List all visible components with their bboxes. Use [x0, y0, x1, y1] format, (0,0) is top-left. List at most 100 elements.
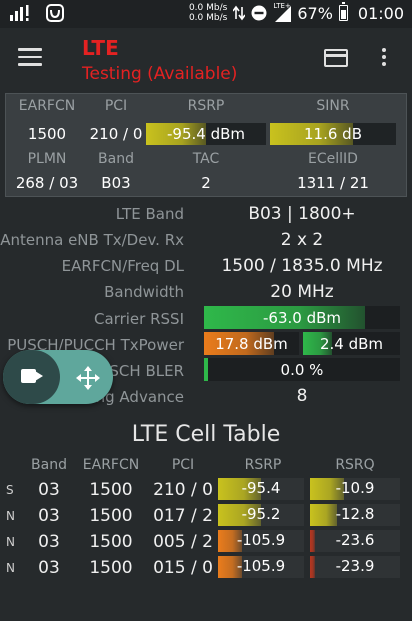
cell-earfcn: 1500	[89, 558, 133, 578]
rsrp-cell-bar: -105.9	[218, 530, 304, 552]
rsrp-value: -95.4 dBm	[166, 125, 245, 143]
bler-bar: 0.0 %	[204, 358, 400, 381]
bler-value: 0.0 %	[280, 361, 324, 379]
antenna-value: 2 x 2	[280, 230, 324, 250]
rsrq-cell-bar: -12.8	[310, 504, 400, 526]
timing-advance-value: 8	[296, 386, 308, 406]
carrier-rssi-bar: -63.0 dBm	[204, 306, 400, 329]
cell-earfcn: 1500	[89, 480, 133, 500]
pucch-value: 2.4 dBm	[319, 335, 384, 353]
earfcn-freq-label: EARFCN/Freq DL	[61, 257, 184, 275]
bandwidth-label: Bandwidth	[104, 283, 184, 301]
rsrp-cell-value: -95.2	[241, 505, 281, 523]
ecellid-header: ECellID	[308, 151, 358, 167]
col-pci-header: PCI	[171, 457, 195, 473]
menu-icon[interactable]	[18, 48, 42, 68]
cell-pci: 005 / 2	[153, 532, 213, 552]
tac-value: 2	[201, 174, 211, 192]
status-left	[10, 4, 64, 22]
sinr-value: 11.6 dB	[304, 125, 362, 143]
lte-signal-icon	[275, 6, 292, 22]
rsrp-cell-bar: -105.9	[218, 556, 304, 578]
ecellid-value: 1311 / 21	[297, 174, 369, 192]
net-speed: 0.0 Mb/s 0.0 Mb/s	[189, 3, 227, 23]
pci-header: PCI	[104, 98, 128, 114]
floating-controls	[3, 350, 113, 404]
cell-pci: 017 / 2	[153, 506, 213, 526]
cell-pci: 210 / 0	[153, 480, 213, 500]
cell-band: 03	[38, 532, 60, 552]
earfcn-value: 1500	[27, 125, 67, 143]
cell-type: N	[6, 535, 15, 549]
rsrq-cell-value: -12.8	[335, 505, 375, 523]
pci-value: 210 / 0	[89, 125, 143, 143]
cell-band: 03	[38, 506, 60, 526]
cell-band: 03	[38, 480, 60, 500]
notification-app-icon	[46, 4, 64, 22]
col-rsrq-header: RSRQ	[335, 457, 375, 473]
sim-card-icon[interactable]	[324, 49, 348, 67]
plmn-value: 268 / 03	[15, 174, 79, 192]
rsrq-cell-bar: -23.6	[310, 530, 400, 552]
earfcn-header: EARFCN	[18, 98, 76, 114]
pusch-value: 17.8 dBm	[215, 335, 288, 353]
cell-earfcn: 1500	[89, 532, 133, 552]
app-subtitle: Testing (Available)	[82, 64, 238, 84]
cell-band: 03	[38, 558, 60, 578]
antenna-label: Antenna eNB Tx/Dev. Rx	[0, 231, 184, 249]
band-value: B03	[101, 174, 131, 192]
plmn-header: PLMN	[27, 151, 67, 167]
cell-pci: 015 / 0	[153, 558, 213, 578]
video-camera-icon	[21, 369, 36, 383]
cell-type: S	[6, 483, 14, 497]
rsrq-cell-value: -23.6	[335, 531, 375, 549]
status-bar: 0.0 Mb/s 0.0 Mb/s LTE+ 67% 01:00	[0, 0, 412, 28]
lte-band-value: B03 | 1800+	[248, 204, 356, 224]
sinr-header: SINR	[316, 98, 350, 114]
net-speed-down: 0.0 Mb/s	[188, 13, 228, 23]
cell-earfcn: 1500	[89, 506, 133, 526]
screenshot-button[interactable]	[3, 350, 60, 404]
cell-type: N	[6, 561, 15, 575]
band-header: Band	[98, 151, 134, 167]
rsrp-cell-value: -105.9	[236, 557, 286, 575]
carrier-rssi-label: Carrier RSSI	[94, 310, 184, 328]
earfcn-freq-value: 1500 / 1835.0 MHz	[221, 256, 383, 276]
col-rsrp-header: RSRP	[244, 457, 282, 473]
rsrp-bar: -95.4 dBm	[146, 123, 266, 145]
col-band-header: Band	[31, 457, 67, 473]
tac-header: TAC	[192, 151, 220, 167]
col-earfcn-header: EARFCN	[82, 457, 140, 473]
rsrp-header: RSRP	[187, 98, 225, 114]
status-right: 0.0 Mb/s 0.0 Mb/s LTE+ 67% 01:00	[189, 2, 404, 23]
battery-percent: 67%	[297, 3, 333, 23]
rsrp-cell-value: -95.4	[241, 479, 281, 497]
sinr-bar: 11.6 dB	[270, 123, 396, 145]
app-bar: LTE Testing (Available)	[0, 28, 412, 90]
more-options-icon[interactable]	[380, 48, 388, 70]
move-arrows-icon[interactable]	[75, 365, 101, 391]
cell-table-title: LTE Cell Table	[131, 422, 281, 447]
rsrq-cell-value: -23.9	[335, 557, 375, 575]
net-speed-up: 0.0 Mb/s	[188, 3, 228, 13]
app-title: LTE	[82, 36, 119, 60]
carrier-rssi-value: -63.0 dBm	[262, 309, 341, 327]
rsrp-cell-bar: -95.2	[218, 504, 304, 526]
rsrq-cell-bar: -10.9	[310, 478, 400, 500]
rsrp-cell-bar: -95.4	[218, 478, 304, 500]
battery-icon	[338, 2, 348, 21]
rsrp-cell-value: -105.9	[236, 531, 286, 549]
pucch-bar: 2.4 dBm	[303, 332, 400, 355]
lte-band-label: LTE Band	[115, 205, 184, 223]
signal-icon	[10, 5, 29, 21]
clock: 01:00	[357, 3, 404, 23]
rsrq-cell-bar: -23.9	[310, 556, 400, 578]
cell-type: N	[6, 509, 15, 523]
lte-signal: LTE+	[273, 2, 292, 22]
dnd-icon	[251, 5, 267, 21]
data-arrows-icon	[233, 5, 246, 21]
summary-panel: EARFCN PCI RSRP SINR 1500 210 / 0 -95.4 …	[5, 93, 407, 197]
bandwidth-value: 20 MHz	[270, 282, 334, 302]
pusch-bar: 17.8 dBm	[204, 332, 299, 355]
rsrq-cell-value: -10.9	[335, 479, 375, 497]
